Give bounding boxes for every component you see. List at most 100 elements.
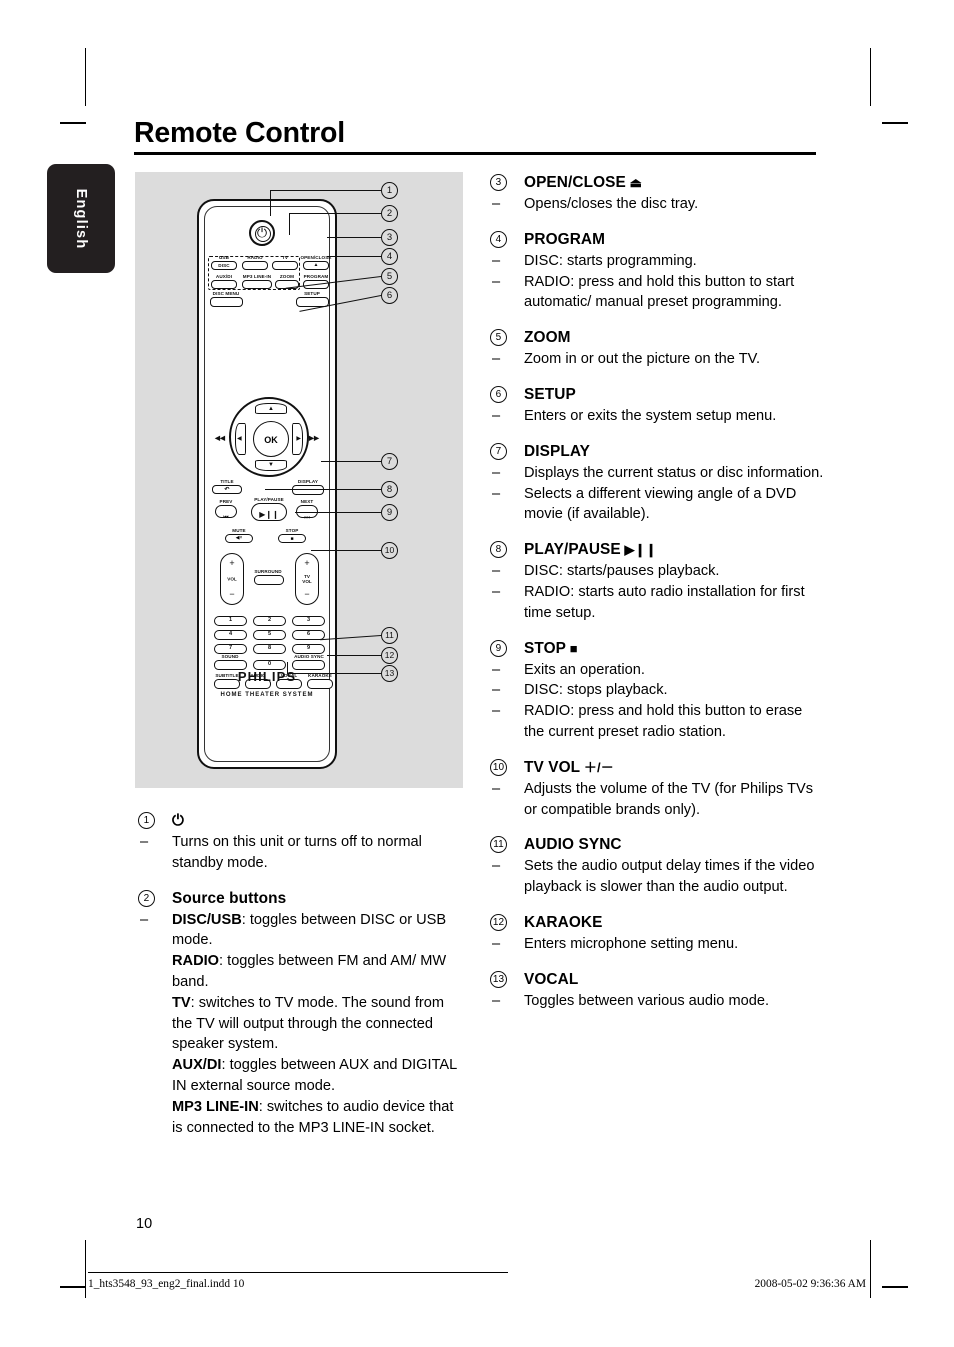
entry-number-badge: 6 xyxy=(490,385,507,403)
number-key-8[interactable]: 8 xyxy=(253,644,286,654)
label-prev: PREV xyxy=(219,499,233,504)
nav-down-arrow-icon: ▼ xyxy=(268,462,274,468)
mp3-line-in-button[interactable] xyxy=(242,280,272,289)
number-key-2[interactable]: 2 xyxy=(253,616,286,626)
play-pause-button[interactable]: ▶❙❙ xyxy=(251,503,287,521)
entry-heading: 10 TV VOL ＋/－ xyxy=(490,757,825,778)
leader-1 xyxy=(270,190,381,192)
number-key-3[interactable]: 3 xyxy=(292,616,325,626)
label-tv: TV xyxy=(281,255,289,260)
volume-rocker[interactable]: + VOL − xyxy=(220,553,244,605)
play-pause-icon: ▶❙❙ xyxy=(259,510,279,519)
volume-minus-icon[interactable]: − xyxy=(221,590,243,599)
power-icon: ⏻ xyxy=(256,225,268,240)
entry-heading: 9 STOP ■ xyxy=(490,638,825,659)
tv-volume-plus-icon[interactable]: + xyxy=(296,559,318,568)
description-bullet: – DISC: stops playback. xyxy=(490,680,825,701)
leader-4 xyxy=(327,256,381,258)
callout-12: 12 xyxy=(381,647,398,664)
leader-2-vertical xyxy=(289,213,291,235)
crop-mark-bottom-left xyxy=(85,1240,86,1298)
leader-3 xyxy=(327,237,381,239)
number-key-5[interactable]: 5 xyxy=(253,630,286,640)
label-disc: DISC xyxy=(218,262,230,268)
inline-emphasis: RADIO xyxy=(172,953,220,970)
prev-icon: ⏮ xyxy=(223,515,229,521)
ok-button[interactable]: OK xyxy=(253,421,289,457)
disc-menu-button[interactable] xyxy=(210,297,243,307)
number-key-4[interactable]: 4 xyxy=(214,630,247,640)
navigation-pad[interactable]: ▲ ▼ ◀ ▶ OK xyxy=(229,397,309,477)
entry-title: SETUP xyxy=(524,385,576,403)
volume-plus-icon[interactable]: + xyxy=(221,559,243,568)
mute-button[interactable]: ◀× xyxy=(225,534,253,543)
leader-8 xyxy=(265,489,381,491)
footer-timestamp: 2008-05-02 9:36:36 AM xyxy=(754,1278,866,1290)
stop-icon: ■ xyxy=(290,536,294,542)
crop-mark-left-bottom xyxy=(60,1286,86,1288)
description-bullet: – Sets the audio output delay times if th… xyxy=(490,856,825,898)
stop-button[interactable]: ■ xyxy=(278,534,306,543)
description-bullet: – Zoom in or out the picture on the TV. xyxy=(490,349,825,370)
leader-9 xyxy=(295,512,381,514)
button-description-entry: 12 KARAOKE – Enters microphone setting menu… xyxy=(490,912,825,955)
entry-number-badge: 5 xyxy=(490,329,507,347)
description-text: Toggles between various audio mode. xyxy=(524,992,770,1009)
entry-heading: 3 OPEN/CLOSE ⏏ xyxy=(490,172,825,193)
leader-12 xyxy=(327,655,381,657)
entry-heading: 12 KARAOKE xyxy=(490,912,825,933)
bullet-dash-icon: – xyxy=(492,407,501,424)
inline-emphasis: AUX/DI xyxy=(172,1057,222,1074)
entry-number-badge: 9 xyxy=(490,639,507,657)
number-key-1[interactable]: 1 xyxy=(214,616,247,626)
description-bullet: – Enters microphone setting menu. xyxy=(490,934,825,955)
description-text: Displays the current status or disc info… xyxy=(524,464,824,481)
label-mute: MUTE xyxy=(232,528,246,533)
nav-left-arrow-icon: ◀ xyxy=(237,436,242,442)
entry-title-icon: ⏏ xyxy=(625,175,643,190)
button-description-entry: 4 PROGRAM – DISC: starts programming. – RADIO… xyxy=(490,229,825,313)
entry-heading: 4 PROGRAM xyxy=(490,229,825,250)
description-bullet: – Enters or exits the system setup menu. xyxy=(490,406,825,427)
button-description-entry: 11 AUDIO SYNC – Sets the audio output delay… xyxy=(490,834,825,898)
description-continuation: RADIO: toggles between FM and AM/ MW ban… xyxy=(138,951,468,993)
label-radio: RADIO xyxy=(247,255,263,260)
description-bullet: – RADIO: starts auto radio installation f… xyxy=(490,582,825,624)
bullet-dash-icon: – xyxy=(492,583,501,600)
entry-heading: 13 VOCAL xyxy=(490,969,825,990)
description-bullet: – DISC/USB: toggles between DISC or USB m… xyxy=(138,910,468,952)
crop-mark-left-top xyxy=(60,122,86,124)
number-key-7[interactable]: 7 xyxy=(214,644,247,654)
bullet-dash-icon: – xyxy=(492,196,501,212)
surround-button[interactable] xyxy=(254,575,284,585)
label-setup: SETUP xyxy=(304,291,320,296)
prev-button[interactable]: ⏮ xyxy=(215,505,237,521)
tv-volume-minus-icon[interactable]: − xyxy=(296,590,318,599)
description-continuation: TV: switches to TV mode. The sound from … xyxy=(138,993,468,1055)
label-disc-menu: DISC MENU xyxy=(212,291,240,296)
description-text: Adjusts the volume of the TV (for Philip… xyxy=(524,780,814,818)
open-close-icon: ▲ xyxy=(313,262,319,268)
aux-di-button[interactable] xyxy=(211,280,237,289)
rewind-icon[interactable]: ◀◀ xyxy=(215,434,225,442)
tv-volume-rocker[interactable]: + TV VOL − xyxy=(295,553,319,605)
footer-file-name: 1_hts3548_93_eng2_final.indd 10 xyxy=(88,1278,245,1290)
entry-title-icon: ■ xyxy=(566,640,578,656)
entry-title: VOCAL xyxy=(524,970,579,988)
product-line-label: HOME THEATER SYSTEM xyxy=(220,692,314,698)
number-key-9[interactable]: 9 xyxy=(292,644,325,654)
button-description-entry: 9 STOP ■ – Exits an operation. – DISC: stops … xyxy=(490,638,825,743)
callout-2: 2 xyxy=(381,205,398,222)
tv-button[interactable] xyxy=(272,261,298,270)
label-audio-sync: AUDIO SYNC xyxy=(294,654,324,659)
radio-button[interactable] xyxy=(242,261,268,270)
entry-title: Source buttons xyxy=(172,889,287,907)
number-key-6[interactable]: 6 xyxy=(292,630,325,640)
description-text: : switches to TV mode. The sound from th… xyxy=(172,994,445,1053)
description-text: RADIO: press and hold this button to sta… xyxy=(524,273,795,311)
fast-forward-icon[interactable]: ▶▶ xyxy=(309,434,319,442)
callout-3: 3 xyxy=(381,229,398,246)
description-continuation: MP3 LINE-IN: switches to audio device th… xyxy=(138,1097,468,1139)
entry-heading: 1 ⏻ xyxy=(138,810,468,831)
inline-emphasis: DISC/USB xyxy=(172,911,242,928)
